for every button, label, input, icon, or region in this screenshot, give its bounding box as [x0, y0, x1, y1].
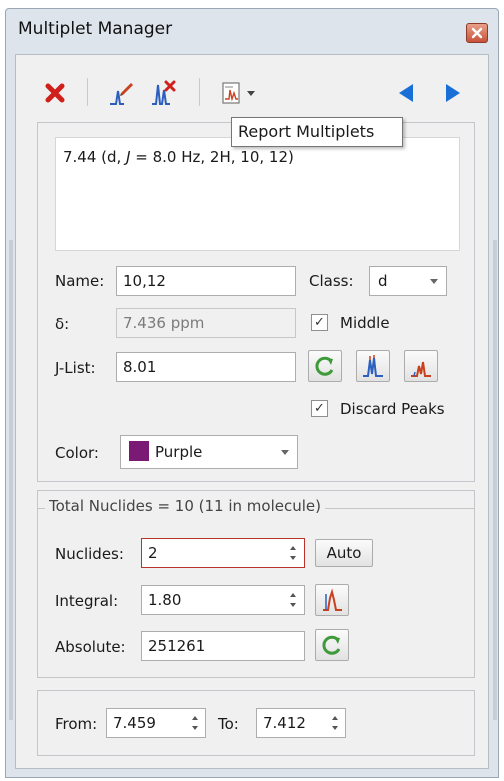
close-icon: [471, 27, 483, 39]
spin-down-icon: [332, 726, 338, 730]
spin-up-icon: [290, 546, 296, 550]
nuclides-input[interactable]: 2: [141, 538, 305, 568]
color-swatch: [129, 441, 149, 461]
spectrum-icon: [323, 588, 342, 611]
integral-label: Integral:: [55, 592, 119, 610]
middle-label: Middle: [340, 314, 390, 332]
spectrum-icon: [363, 355, 383, 377]
close-button[interactable]: [466, 23, 488, 43]
right-edge: [493, 240, 497, 720]
report-prefix: 7.44 (d,: [63, 148, 127, 166]
report-multiplets-icon: [222, 82, 240, 104]
from-label: From:: [55, 715, 98, 733]
delete-button[interactable]: [38, 76, 72, 110]
from-spinner[interactable]: [188, 709, 202, 737]
class-select[interactable]: d: [369, 266, 447, 296]
tooltip: Report Multiplets: [231, 117, 403, 147]
class-label: Class:: [309, 272, 354, 290]
delta-field: 7.436 ppm: [116, 308, 296, 338]
class-value: d: [378, 272, 388, 290]
jlist-input[interactable]: 8.01: [116, 352, 296, 382]
spin-up-icon: [290, 593, 296, 597]
title-bar: Multiplet Manager: [6, 9, 498, 49]
report-suffix: = 8.0 Hz, 2H, 10, 12): [130, 148, 294, 166]
delete-multiplet-icon: [152, 80, 176, 105]
absolute-input[interactable]: 251261: [141, 631, 305, 661]
spectrum-blue-button[interactable]: [356, 350, 390, 382]
spin-up-icon: [192, 716, 198, 720]
chevron-down-icon: [281, 450, 289, 455]
color-select[interactable]: Purple: [120, 435, 298, 469]
spin-down-icon: [192, 726, 198, 730]
toolbar-separator: [87, 78, 88, 106]
checkmark-icon: ✓: [314, 315, 325, 330]
edit-multiplet-icon: [110, 83, 133, 105]
report-multiplets-button[interactable]: [212, 76, 264, 110]
jlist-label: J-List:: [55, 359, 96, 377]
delete-multiplet-button[interactable]: [146, 76, 180, 110]
nuclides-label: Nuclides:: [55, 545, 124, 563]
color-value: Purple: [155, 443, 203, 461]
delete-icon: [45, 83, 65, 103]
discard-peaks-checkbox[interactable]: ✓: [311, 400, 328, 417]
integral-spinner[interactable]: [286, 586, 300, 614]
name-input[interactable]: 10,12: [116, 266, 296, 296]
previous-icon: [399, 84, 413, 102]
absolute-label: Absolute:: [55, 638, 126, 656]
report-text-area[interactable]: 7.44 (d, J = 8.0 Hz, 2H, 10, 12): [55, 137, 460, 251]
refresh-icon: [322, 635, 341, 655]
total-nuclides-legend: Total Nuclides = 10 (11 in molecule): [45, 497, 325, 515]
toolbar-separator: [199, 78, 200, 106]
integral-input[interactable]: 1.80: [141, 585, 305, 615]
delta-label: δ:: [55, 315, 70, 333]
window-title: Multiplet Manager: [18, 19, 173, 39]
nuclides-spinner[interactable]: [286, 539, 300, 567]
spin-down-icon: [290, 603, 296, 607]
spectrum-red-button[interactable]: [404, 350, 438, 382]
discard-peaks-label: Discard Peaks: [340, 400, 445, 418]
left-edge: [9, 240, 13, 720]
previous-button[interactable]: [389, 76, 423, 110]
refresh-jlist-button[interactable]: [308, 350, 342, 382]
color-label: Color:: [55, 444, 99, 462]
auto-button[interactable]: Auto: [315, 539, 373, 567]
refresh-absolute-button[interactable]: [315, 629, 349, 661]
next-icon: [446, 84, 460, 102]
chevron-down-icon: [247, 90, 255, 96]
name-label: Name:: [55, 272, 105, 290]
integral-spectrum-button[interactable]: [315, 584, 349, 616]
spectrum-icon: [411, 361, 431, 377]
checkmark-icon: ✓: [314, 401, 325, 416]
to-label: To:: [218, 715, 239, 733]
to-spinner[interactable]: [328, 709, 342, 737]
spin-down-icon: [290, 556, 296, 560]
edit-multiplet-button[interactable]: [104, 76, 138, 110]
next-button[interactable]: [436, 76, 470, 110]
chevron-down-icon: [430, 279, 438, 284]
middle-checkbox[interactable]: ✓: [311, 314, 328, 331]
refresh-icon: [315, 356, 334, 376]
spin-up-icon: [332, 716, 338, 720]
